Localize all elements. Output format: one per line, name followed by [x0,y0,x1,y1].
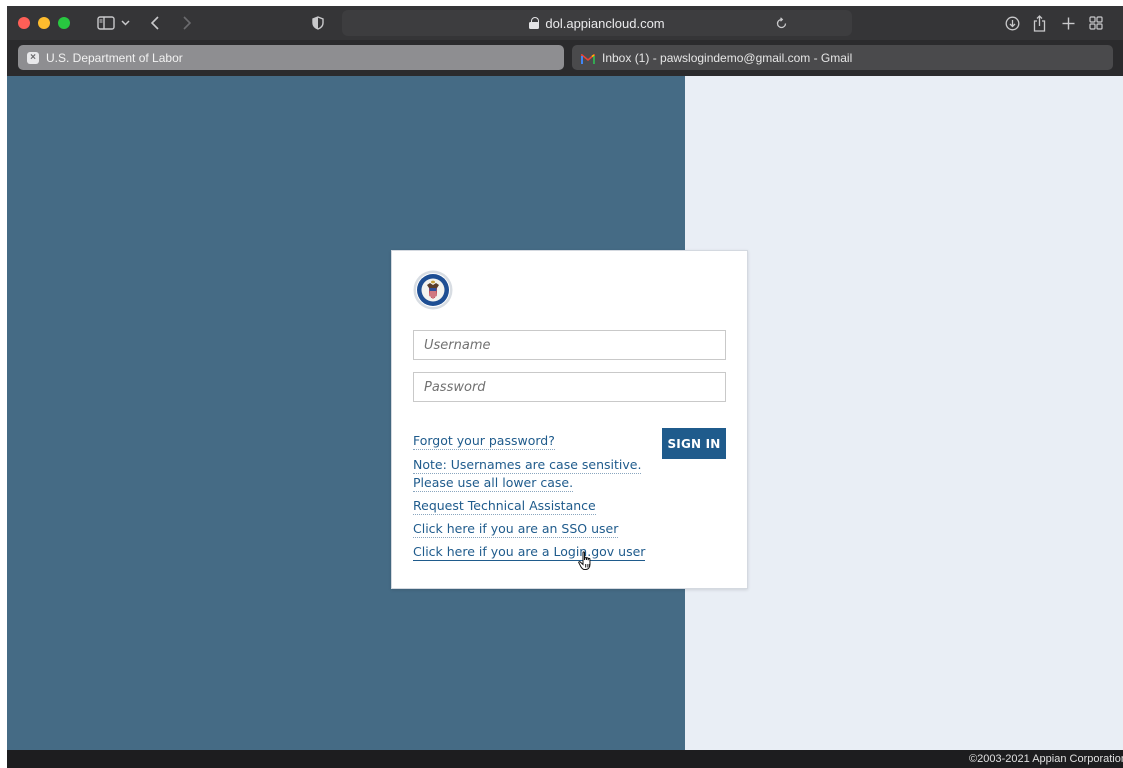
gmail-icon [581,52,595,64]
tab-label: Inbox (1) - pawslogindemo@gmail.com - Gm… [602,50,853,65]
sign-in-button[interactable]: SIGN IN [662,428,726,459]
back-icon[interactable] [147,6,163,40]
password-input[interactable] [413,372,726,402]
technical-assistance-link[interactable]: Request Technical Assistance [413,498,596,515]
browser-toolbar: dol.appiancloud.com [7,6,1123,40]
maximize-window-button[interactable] [58,17,70,29]
tab-gmail-inbox[interactable]: Inbox (1) - pawslogindemo@gmail.com - Gm… [572,45,1113,70]
hand-pointer-cursor-icon [578,551,596,571]
username-input[interactable] [413,330,726,360]
browser-window: dol.appiancloud.com × U.S. Department of… [7,6,1123,768]
case-sensitive-note-link[interactable]: Note: Usernames are case sensitive. [413,457,642,474]
shield-icon[interactable] [310,6,326,40]
address-url: dol.appiancloud.com [545,15,665,31]
chevron-down-icon[interactable] [119,6,131,40]
sso-user-link[interactable]: Click here if you are an SSO user [413,521,619,538]
lock-icon [529,17,540,29]
share-icon[interactable] [1030,6,1048,40]
forgot-password-link[interactable]: Forgot your password? [413,433,555,450]
close-tab-icon[interactable]: × [27,51,39,64]
dol-seal-logo [413,270,453,310]
reload-icon[interactable] [773,6,789,40]
tab-us-department-of-labor[interactable]: × U.S. Department of Labor [18,45,564,70]
new-tab-icon[interactable] [1059,6,1077,40]
login-card: Forgot your password? SIGN IN Note: User… [391,250,748,589]
forward-icon[interactable] [179,6,195,40]
copyright-text: ©2003-2021 Appian Corporation [969,753,1123,765]
tab-overview-icon[interactable] [1087,6,1105,40]
lower-case-note-link[interactable]: Please use all lower case. [413,475,574,492]
tab-label: U.S. Department of Labor [46,50,183,65]
page-content: Forgot your password? SIGN IN Note: User… [7,76,1123,750]
close-window-button[interactable] [18,17,30,29]
download-icon[interactable] [1003,6,1021,40]
minimize-window-button[interactable] [38,17,50,29]
page-footer: ©2003-2021 Appian Corporation [7,750,1123,768]
tab-bar: × U.S. Department of Labor Inbox (1) - p… [7,40,1123,76]
sidebar-icon[interactable] [95,6,117,40]
login-gov-user-link[interactable]: Click here if you are a Login.gov user [413,544,646,561]
